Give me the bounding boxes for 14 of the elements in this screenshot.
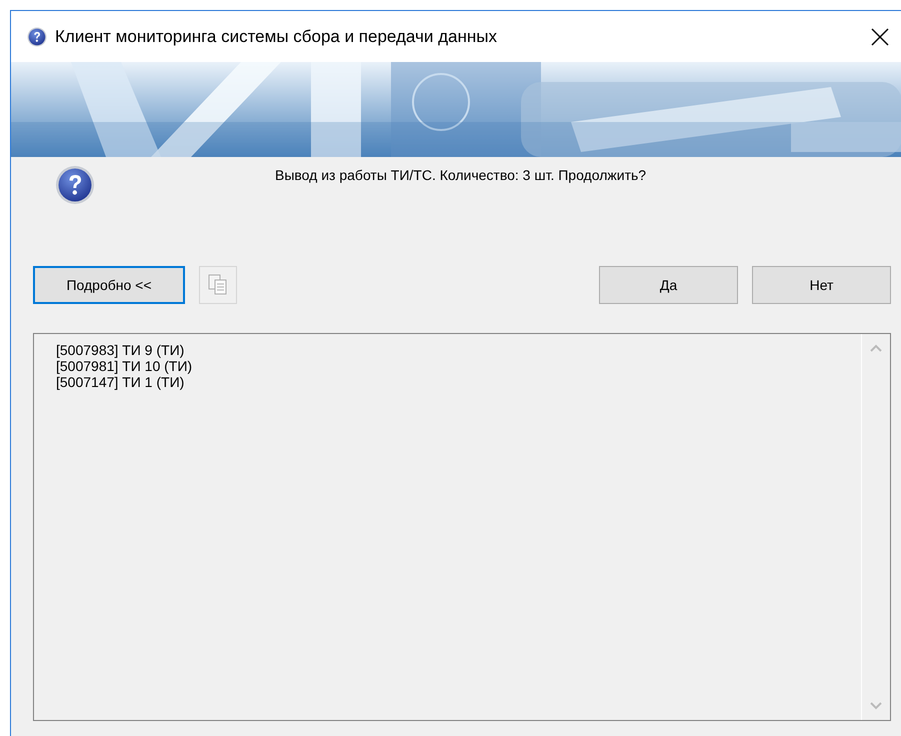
message-text: Вывод из работы ТИ/ТС. Количество: 3 шт. Продолжить? [275, 166, 646, 185]
detail-line: [5007147] ТИ 1 (ТИ) [56, 374, 186, 390]
detail-line: [5007981] ТИ 10 (ТИ) [56, 358, 194, 374]
detail-line: [5007983] ТИ 9 (ТИ) [56, 342, 186, 358]
yes-button[interactable]: Да [599, 266, 738, 304]
scroll-up-icon[interactable] [870, 344, 882, 352]
details-button[interactable]: Подробно << [33, 266, 185, 304]
no-button[interactable]: Нет [752, 266, 891, 304]
question-icon [55, 165, 95, 205]
close-icon[interactable] [871, 28, 889, 46]
copy-icon [207, 273, 229, 297]
help-icon [27, 26, 47, 46]
window-title: Клиент мониторинга системы сбора и передачи данных [55, 26, 498, 46]
scroll-down-icon[interactable] [870, 702, 882, 710]
